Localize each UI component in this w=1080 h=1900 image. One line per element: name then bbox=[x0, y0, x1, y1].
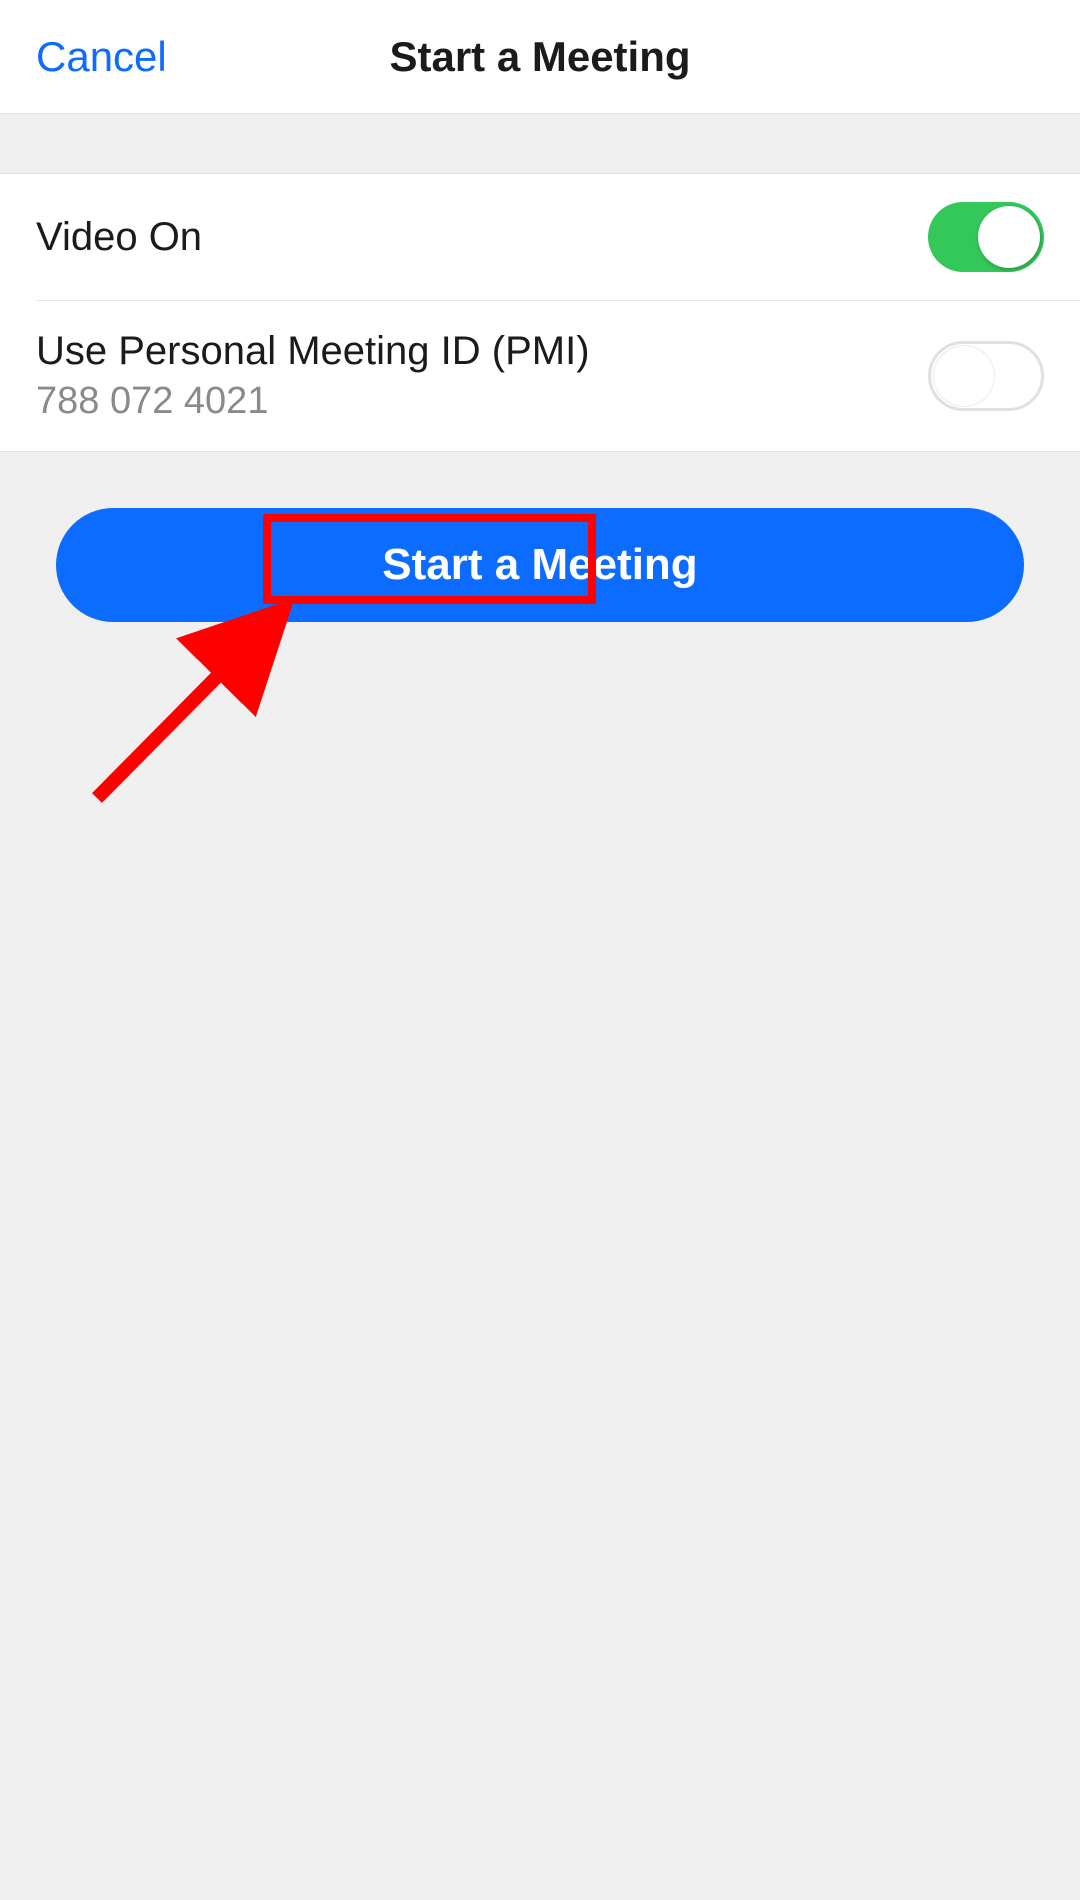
button-area: Start a Meeting bbox=[0, 452, 1080, 622]
toggle-knob bbox=[978, 206, 1040, 268]
start-meeting-label: Start a Meeting bbox=[382, 540, 697, 590]
video-on-labels: Video On bbox=[36, 215, 202, 260]
pmi-label: Use Personal Meeting ID (PMI) bbox=[36, 329, 590, 374]
pmi-row: Use Personal Meeting ID (PMI) 788 072 40… bbox=[36, 300, 1080, 451]
settings-list: Video On Use Personal Meeting ID (PMI) 7… bbox=[0, 174, 1080, 452]
screen: Cancel Start a Meeting Video On Use Pers… bbox=[0, 0, 1080, 1900]
video-on-toggle[interactable] bbox=[928, 202, 1044, 272]
cancel-button[interactable]: Cancel bbox=[36, 33, 167, 81]
toggle-knob bbox=[933, 345, 995, 407]
video-on-label: Video On bbox=[36, 215, 202, 260]
pmi-labels: Use Personal Meeting ID (PMI) 788 072 40… bbox=[36, 329, 590, 423]
header-bar: Cancel Start a Meeting bbox=[0, 0, 1080, 114]
start-meeting-button[interactable]: Start a Meeting bbox=[56, 508, 1024, 622]
annotation-arrow-icon bbox=[85, 600, 295, 810]
pmi-toggle[interactable] bbox=[928, 341, 1044, 411]
header-spacer bbox=[0, 114, 1080, 174]
pmi-id: 788 072 4021 bbox=[36, 380, 590, 423]
video-on-row: Video On bbox=[0, 174, 1080, 300]
